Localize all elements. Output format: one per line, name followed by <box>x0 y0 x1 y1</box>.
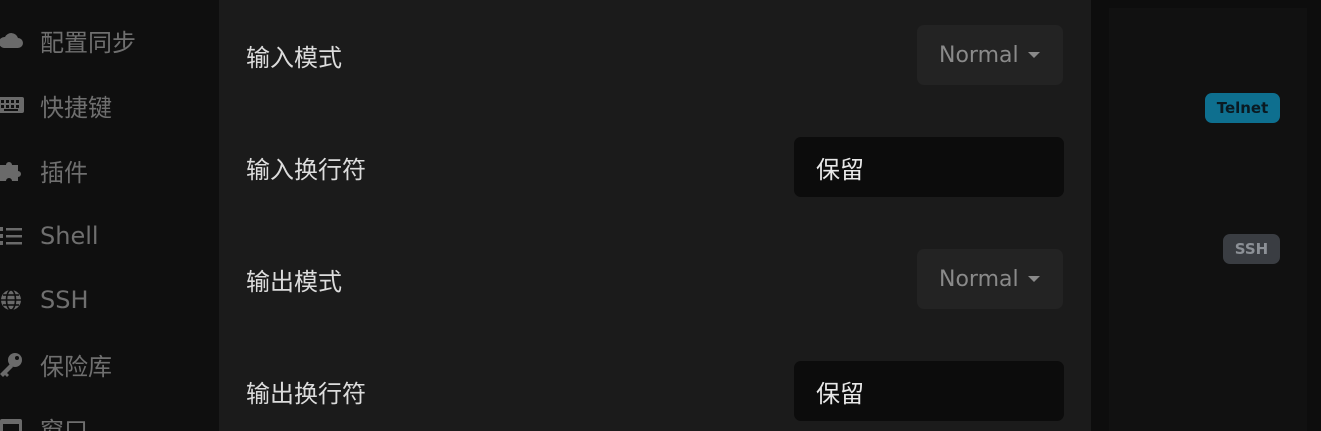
output-mode-select[interactable]: Normal <box>917 249 1063 309</box>
output-mode-label: 输出模式 <box>246 268 342 296</box>
sidebar-item-plugins[interactable]: 插件 <box>0 150 219 190</box>
input-mode-label: 输入模式 <box>246 44 342 72</box>
keyboard-icon <box>0 92 24 118</box>
profiles-panel: Telnet SSH <box>1091 0 1321 431</box>
terminal-settings-panel: 输入模式 Normal 输入换行符 输出模式 Normal 输出换行符 <box>219 0 1091 431</box>
sidebar-item-config-sync[interactable]: 配置同步 <box>0 20 219 60</box>
window-icon <box>0 415 24 431</box>
chevron-down-icon <box>1028 52 1040 58</box>
chevron-down-icon <box>1028 276 1040 282</box>
profiles-list <box>1109 8 1307 431</box>
sidebar-item-window[interactable]: 窗口 <box>0 408 219 431</box>
sidebar-item-label: 插件 <box>40 158 88 187</box>
sidebar-item-label: 保险库 <box>40 352 112 381</box>
telnet-badge: Telnet <box>1205 93 1280 123</box>
key-icon <box>0 351 24 377</box>
input-newline-field[interactable] <box>794 137 1064 197</box>
sidebar-item-shell[interactable]: Shell <box>0 216 219 256</box>
cloud-icon <box>0 27 24 53</box>
sidebar-item-label: 快捷键 <box>40 93 112 122</box>
sidebar-item-label: 配置同步 <box>40 28 136 57</box>
sidebar-item-label: 窗口 <box>40 416 88 431</box>
globe-icon <box>0 287 24 313</box>
output-mode-value: Normal <box>939 266 1019 292</box>
input-mode-select[interactable]: Normal <box>917 25 1063 85</box>
input-newline-label: 输入换行符 <box>246 156 366 184</box>
sidebar-item-vault[interactable]: 保险库 <box>0 344 219 384</box>
input-mode-value: Normal <box>939 42 1019 68</box>
list-icon <box>0 223 24 249</box>
output-newline-field[interactable] <box>794 361 1064 421</box>
sidebar-item-label: SSH <box>40 286 89 314</box>
sidebar-item-ssh[interactable]: SSH <box>0 280 219 320</box>
output-newline-label: 输出换行符 <box>246 380 366 408</box>
app-window: 配置同步 快捷键 插件 Shell SSH 保险库 窗口 输入模式 Normal… <box>0 0 1321 431</box>
settings-sidebar: 配置同步 快捷键 插件 Shell SSH 保险库 窗口 <box>0 0 219 431</box>
puzzle-icon <box>0 157 24 183</box>
sidebar-item-hotkeys[interactable]: 快捷键 <box>0 85 219 125</box>
ssh-badge: SSH <box>1223 234 1280 264</box>
sidebar-item-label: Shell <box>40 222 99 250</box>
